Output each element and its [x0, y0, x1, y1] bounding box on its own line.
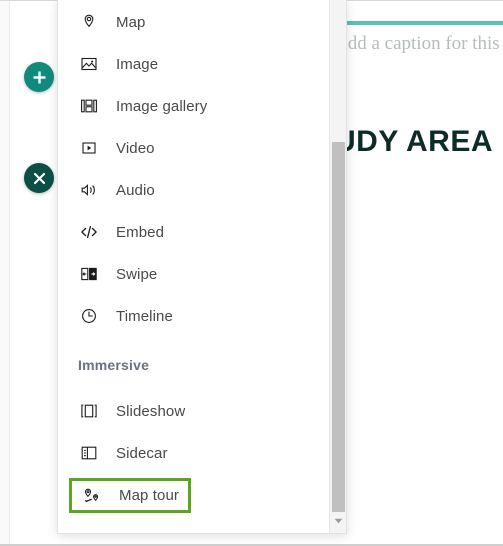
- menu-item-slideshow[interactable]: Slideshow: [72, 394, 191, 428]
- story-heading: UDY AREA: [336, 125, 494, 158]
- menu-item-audio[interactable]: Audio: [72, 173, 161, 207]
- image-gallery-icon: [78, 95, 100, 117]
- menu-item-label: Video: [116, 139, 155, 157]
- add-block-button[interactable]: [24, 62, 54, 92]
- menu-item-label: Sidecar: [116, 444, 168, 462]
- menu-item-embed[interactable]: Embed: [72, 215, 170, 249]
- slideshow-icon: [78, 400, 100, 422]
- audio-icon: [78, 179, 100, 201]
- chevron-down-icon: [334, 518, 343, 524]
- sidecar-icon: [78, 442, 100, 464]
- menu-item-map-tour[interactable]: Map tour: [69, 478, 191, 513]
- map-pin-icon: [78, 11, 100, 33]
- embed-code-icon: [78, 221, 100, 243]
- flyout-menu-list: Map Image Image gallery Video Audio Embe…: [58, 0, 323, 533]
- story-content-pane: Add a caption for this UDY AREA: [336, 1, 503, 544]
- menu-item-video[interactable]: Video: [72, 131, 161, 165]
- menu-item-label: Image: [116, 55, 159, 73]
- menu-item-label: Audio: [116, 181, 155, 199]
- menu-item-label: Embed: [116, 223, 165, 241]
- video-icon: [78, 137, 100, 159]
- menu-item-swipe[interactable]: Swipe: [72, 257, 163, 291]
- menu-item-image[interactable]: Image: [72, 47, 164, 81]
- menu-item-timeline[interactable]: Timeline: [72, 299, 179, 333]
- left-rail: [0, 1, 10, 544]
- menu-item-sidecar[interactable]: Sidecar: [72, 436, 174, 470]
- swipe-icon: [78, 263, 100, 285]
- plus-icon: [32, 70, 47, 85]
- menu-item-label: Map tour: [119, 487, 179, 504]
- close-panel-button[interactable]: [24, 163, 54, 193]
- menu-item-label: Map: [116, 13, 146, 31]
- menu-item-label: Image gallery: [116, 97, 208, 115]
- menu-item-label: Slideshow: [116, 402, 186, 420]
- panel-scrollbar[interactable]: [329, 0, 346, 533]
- menu-item-map[interactable]: Map: [72, 5, 151, 39]
- image-icon: [78, 53, 100, 75]
- group-heading-immersive: Immersive: [78, 357, 150, 373]
- accent-bar: [342, 21, 503, 25]
- menu-item-label: Swipe: [116, 265, 158, 283]
- add-block-flyout-panel: Map Image Image gallery Video Audio Embe…: [57, 0, 347, 534]
- close-x-icon: [33, 172, 46, 185]
- scrollbar-thumb[interactable]: [332, 142, 345, 512]
- menu-item-image-gallery[interactable]: Image gallery: [72, 89, 213, 123]
- scrollbar-down-button[interactable]: [330, 512, 346, 529]
- menu-item-label: Timeline: [116, 307, 173, 325]
- timeline-clock-icon: [78, 305, 100, 327]
- caption-placeholder[interactable]: Add a caption for this: [336, 33, 500, 55]
- map-tour-icon: [81, 485, 103, 507]
